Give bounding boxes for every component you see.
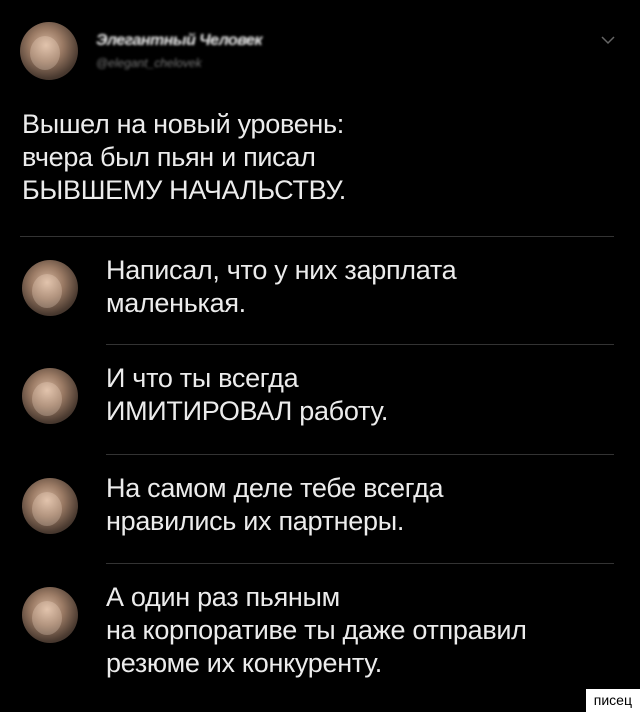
- reply-item: И что ты всегда ИМИТИРОВАЛ работу.: [22, 362, 622, 442]
- divider: [106, 454, 614, 455]
- reply-text: На самом деле тебе всегда нравились их п…: [106, 473, 444, 536]
- reply-avatar-man[interactable]: [22, 587, 78, 643]
- watermark: писец: [585, 689, 640, 712]
- reply-avatar-facepalm[interactable]: [22, 260, 78, 316]
- divider: [20, 236, 614, 237]
- author-name[interactable]: Элегантный Человек: [96, 32, 263, 50]
- divider: [106, 563, 614, 564]
- reply-item: На самом деле тебе всегда нравились их п…: [22, 472, 622, 552]
- reply-item: Написал, что у них зарплата маленькая.: [22, 254, 622, 334]
- author-avatar[interactable]: [20, 22, 78, 80]
- author-handle[interactable]: @elegant_chelovek: [96, 56, 202, 70]
- post-text: Вышел на новый уровень: вчера был пьян и…: [22, 109, 346, 205]
- reply-text: И что ты всегда ИМИТИРОВАЛ работу.: [106, 363, 389, 426]
- reply-item: А один раз пьяным на корпоративе ты даже…: [22, 581, 622, 691]
- post-header: Элегантный Человек @elegant_chelovek: [20, 22, 620, 82]
- reply-text: А один раз пьяным на корпоративе ты даже…: [106, 582, 527, 678]
- divider: [106, 344, 614, 345]
- chevron-down-icon[interactable]: [600, 32, 616, 48]
- reply-text: Написал, что у них зарплата маленькая.: [106, 255, 457, 318]
- reply-avatar-shocked[interactable]: [22, 478, 78, 534]
- reply-avatar-facepalm[interactable]: [22, 368, 78, 424]
